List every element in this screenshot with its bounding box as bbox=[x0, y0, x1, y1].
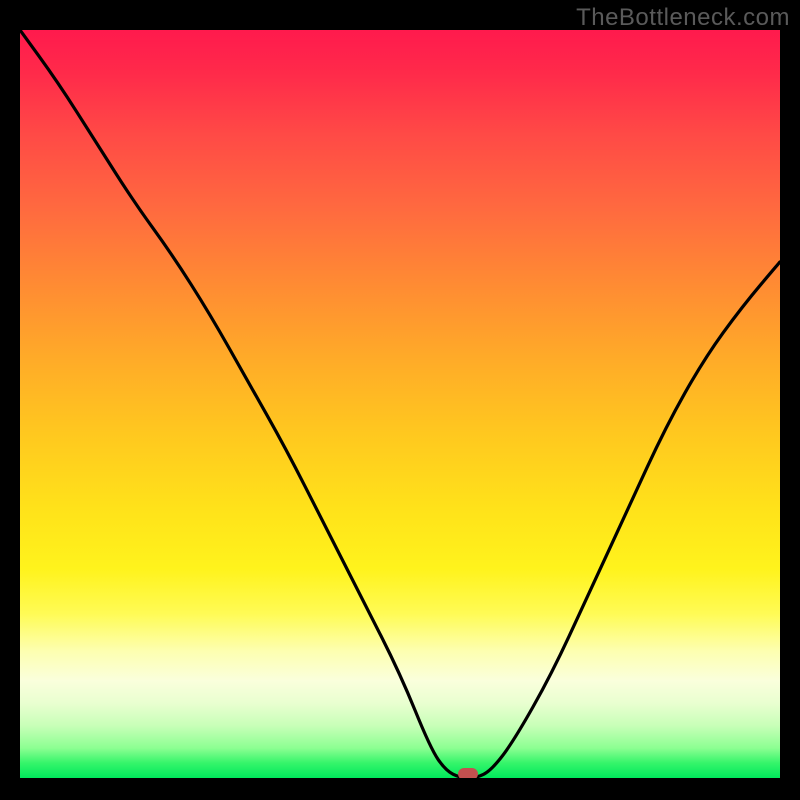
plot-area bbox=[20, 30, 780, 778]
chart-frame: TheBottleneck.com bbox=[0, 0, 800, 800]
bottleneck-curve bbox=[20, 30, 780, 778]
optimal-point-marker bbox=[458, 768, 478, 778]
watermark-text: TheBottleneck.com bbox=[576, 4, 790, 32]
